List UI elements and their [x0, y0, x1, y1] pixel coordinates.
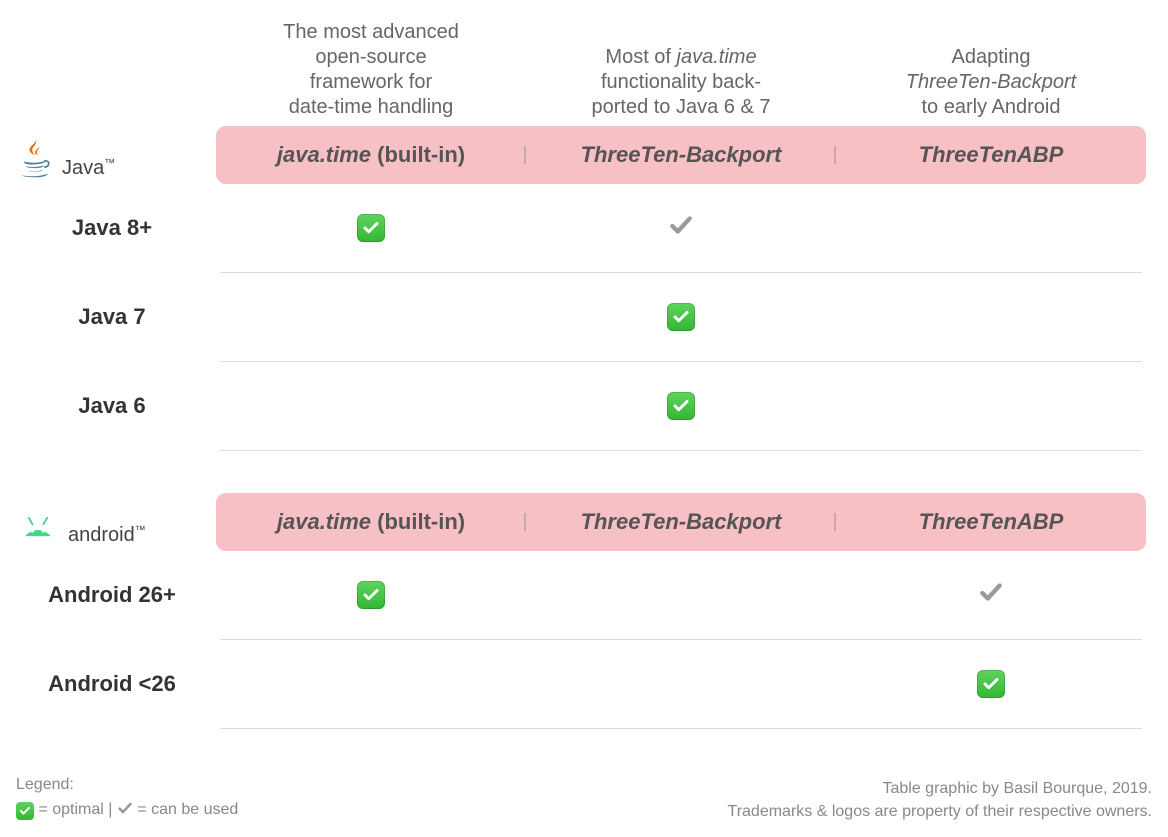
- row-separator: [220, 272, 1142, 273]
- table-row: Java 6: [16, 362, 1146, 450]
- java-logo-icon: [16, 136, 54, 180]
- check-icon: [357, 581, 385, 609]
- section-java: Java™ java.time (built-in) ThreeTen-Back…: [16, 126, 1152, 451]
- android-label: android™: [68, 524, 146, 547]
- row-label: Android <26: [16, 671, 216, 697]
- checkmark-icon: [668, 212, 694, 238]
- cell: [836, 669, 1146, 700]
- row-label: Java 8+: [16, 215, 216, 241]
- cell: [216, 213, 526, 244]
- header-col2: ThreeTen-Backport: [526, 142, 836, 168]
- desc-col2: Most of java.time functionality back- po…: [526, 45, 836, 120]
- row-label: Java 7: [16, 304, 216, 330]
- row-label: Android 26+: [16, 582, 216, 608]
- legend: Legend: = optimal | = can be used: [16, 773, 238, 823]
- android-logo-icon: [16, 507, 60, 547]
- table-row: Java 8+: [16, 184, 1146, 272]
- desc-col3: Adapting ThreeTen-Backport to early Andr…: [836, 45, 1146, 120]
- check-icon: [357, 214, 385, 242]
- row-separator: [220, 728, 1142, 729]
- java-rows: Java 8+ Java 7 Java 6: [16, 184, 1146, 451]
- checkmark-icon: [978, 579, 1004, 605]
- row-separator: [220, 450, 1142, 451]
- check-icon: [977, 670, 1005, 698]
- check-icon: [667, 392, 695, 420]
- check-icon: [667, 303, 695, 331]
- comparison-table: The most advanced open-source framework …: [0, 0, 1168, 837]
- row-label: Java 6: [16, 393, 216, 419]
- credits: Table graphic by Basil Bourque, 2019. Tr…: [728, 777, 1152, 823]
- section-android: android™ java.time (built-in) ThreeTen-B…: [16, 493, 1152, 729]
- platform-java: Java™: [16, 126, 216, 184]
- footer: Legend: = optimal | = can be used Table …: [16, 773, 1152, 823]
- cell: [526, 391, 836, 422]
- cell: [526, 212, 836, 245]
- table-row: Android <26: [16, 640, 1146, 728]
- cell: [836, 579, 1146, 612]
- header-col1: java.time (built-in): [216, 509, 526, 535]
- desc-col1: The most advanced open-source framework …: [216, 20, 526, 120]
- check-icon: [16, 802, 34, 820]
- table-row: Android 26+: [16, 551, 1146, 639]
- checkmark-icon: [117, 800, 133, 816]
- column-descriptions: The most advanced open-source framework …: [16, 20, 1152, 120]
- header-bar-android: java.time (built-in) ThreeTen-Backport T…: [216, 493, 1146, 551]
- header-col2: ThreeTen-Backport: [526, 509, 836, 535]
- row-separator: [220, 361, 1142, 362]
- table-row: Java 7: [16, 273, 1146, 361]
- platform-android: android™: [16, 493, 216, 551]
- header-bar-java: java.time (built-in) ThreeTen-Backport T…: [216, 126, 1146, 184]
- java-label: Java™: [62, 157, 115, 180]
- header-col3: ThreeTenABP: [836, 509, 1146, 535]
- android-rows: Android 26+ Android <26: [16, 551, 1146, 729]
- header-col3: ThreeTenABP: [836, 142, 1146, 168]
- row-separator: [220, 639, 1142, 640]
- cell: [216, 580, 526, 611]
- header-col1: java.time (built-in): [216, 142, 526, 168]
- cell: [526, 302, 836, 333]
